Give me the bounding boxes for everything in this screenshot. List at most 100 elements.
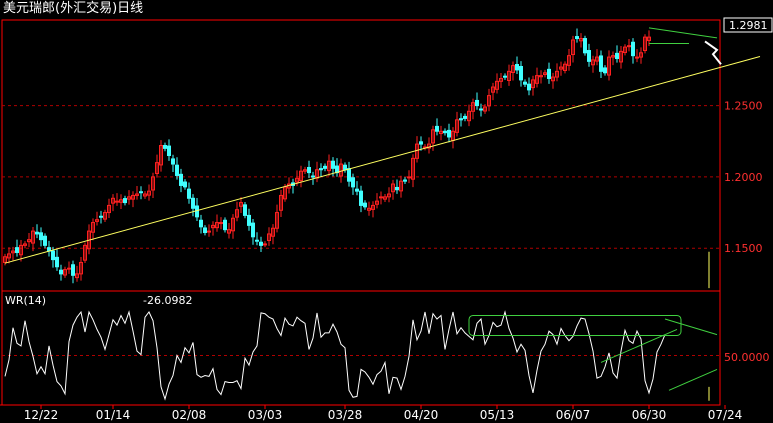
candle-body	[443, 130, 447, 134]
candle-body	[331, 160, 335, 169]
candle-body	[635, 56, 639, 59]
candle-body	[179, 173, 183, 186]
candle-body	[523, 81, 527, 85]
x-tick-label: 12/22	[24, 408, 59, 422]
wr-trendline-high	[664, 318, 718, 336]
candle-body	[251, 222, 255, 238]
candle-body	[363, 202, 367, 208]
candle-body	[167, 145, 171, 157]
x-tick-label: 06/07	[556, 408, 591, 422]
candle-body	[347, 168, 351, 182]
candle-body	[615, 52, 619, 60]
candle-body	[407, 176, 411, 179]
trend-lines	[4, 27, 761, 289]
candle-body	[223, 219, 227, 231]
candle-body	[343, 164, 347, 171]
candle-body	[55, 256, 59, 268]
candle-body	[259, 241, 263, 246]
candle-body	[631, 41, 635, 57]
arrow-icon	[704, 40, 722, 65]
candle-body	[99, 215, 103, 218]
x-tick-label: 04/20	[404, 408, 439, 422]
candle-body	[459, 118, 463, 121]
last-price-label: 1.2981	[729, 19, 768, 32]
candles	[3, 28, 651, 284]
candle-body	[379, 196, 383, 199]
candle-body	[203, 227, 207, 234]
candle-body	[191, 197, 195, 209]
wr-series	[4, 310, 718, 401]
x-tick-label: 02/08	[172, 408, 207, 422]
candle-body	[319, 168, 323, 171]
candle-body	[323, 165, 327, 169]
axis-labels: 1.1500 1.2000 1.2500 12/22 01/14 02/08 03/03 03…	[24, 100, 763, 422]
candle-body	[207, 230, 211, 233]
candle-body	[475, 99, 479, 107]
candle-body	[139, 191, 143, 194]
candle-body	[355, 188, 359, 192]
candle-body	[255, 239, 259, 242]
candle-body	[171, 158, 175, 165]
candle-body	[583, 38, 587, 54]
candle-body	[71, 264, 75, 276]
candle-body	[263, 243, 267, 246]
candle-body	[419, 141, 423, 145]
candle-body	[547, 68, 551, 79]
x-tick-label: 07/24	[708, 408, 743, 422]
candle-body	[219, 222, 223, 225]
indicator-plot-frame	[1, 290, 721, 406]
support-trendline	[4, 56, 761, 264]
candle-body	[359, 190, 363, 206]
candle-body	[59, 269, 63, 275]
candle-body	[123, 198, 127, 204]
candle-body	[43, 235, 47, 246]
candle-body	[587, 50, 591, 62]
x-tick-label: 01/14	[96, 408, 131, 422]
candle-body	[67, 267, 71, 270]
indicator-name: WR(14)	[5, 294, 46, 307]
candle-body	[187, 188, 191, 199]
candle-body	[447, 129, 451, 138]
candle-body	[479, 108, 483, 111]
candle-body	[307, 166, 311, 174]
grid-lines	[2, 105, 720, 356]
candle-body	[395, 186, 399, 191]
candle-body	[503, 75, 507, 78]
wr-trendline-bottom	[668, 368, 718, 391]
chart-canvas: 1.1500 1.2000 1.2500 12/22 01/14 02/08 03/03 03…	[0, 17, 773, 422]
x-tick-label: 03/03	[248, 408, 283, 422]
candle-body	[15, 247, 19, 253]
x-tick-label: 03/28	[328, 408, 363, 422]
candle-body	[627, 45, 631, 48]
candle-body	[575, 36, 579, 40]
y-tick-label: 1.1500	[724, 242, 763, 255]
candle-body	[183, 181, 187, 188]
candle-body	[519, 65, 523, 81]
candle-body	[247, 214, 251, 226]
last-price-marker: 1.2981	[723, 17, 773, 33]
candle-body	[435, 125, 439, 132]
candle-body	[35, 231, 39, 235]
x-tick-label: 05/13	[480, 408, 515, 422]
indicator-value: -26.0982	[143, 294, 192, 307]
candle-body	[39, 232, 43, 241]
y-tick-label: 1.2000	[724, 171, 763, 184]
candle-body	[463, 115, 467, 119]
main-plot-frame	[1, 19, 721, 292]
candle-body	[351, 177, 355, 188]
x-tick-label: 06/30	[632, 408, 667, 422]
candle-body	[599, 55, 603, 72]
candle-body	[51, 250, 55, 261]
resistance-line	[648, 27, 718, 39]
candle-body	[243, 204, 247, 216]
candle-body	[199, 219, 203, 228]
candle-body	[311, 175, 315, 178]
indicator-level-label: 50.0000	[724, 351, 770, 364]
candle-body	[603, 67, 607, 74]
candle-body	[163, 145, 167, 149]
candle-body	[527, 83, 531, 91]
candle-body	[175, 164, 179, 176]
candle-body	[515, 64, 519, 71]
candle-body	[115, 200, 119, 203]
candle-body	[403, 179, 407, 182]
